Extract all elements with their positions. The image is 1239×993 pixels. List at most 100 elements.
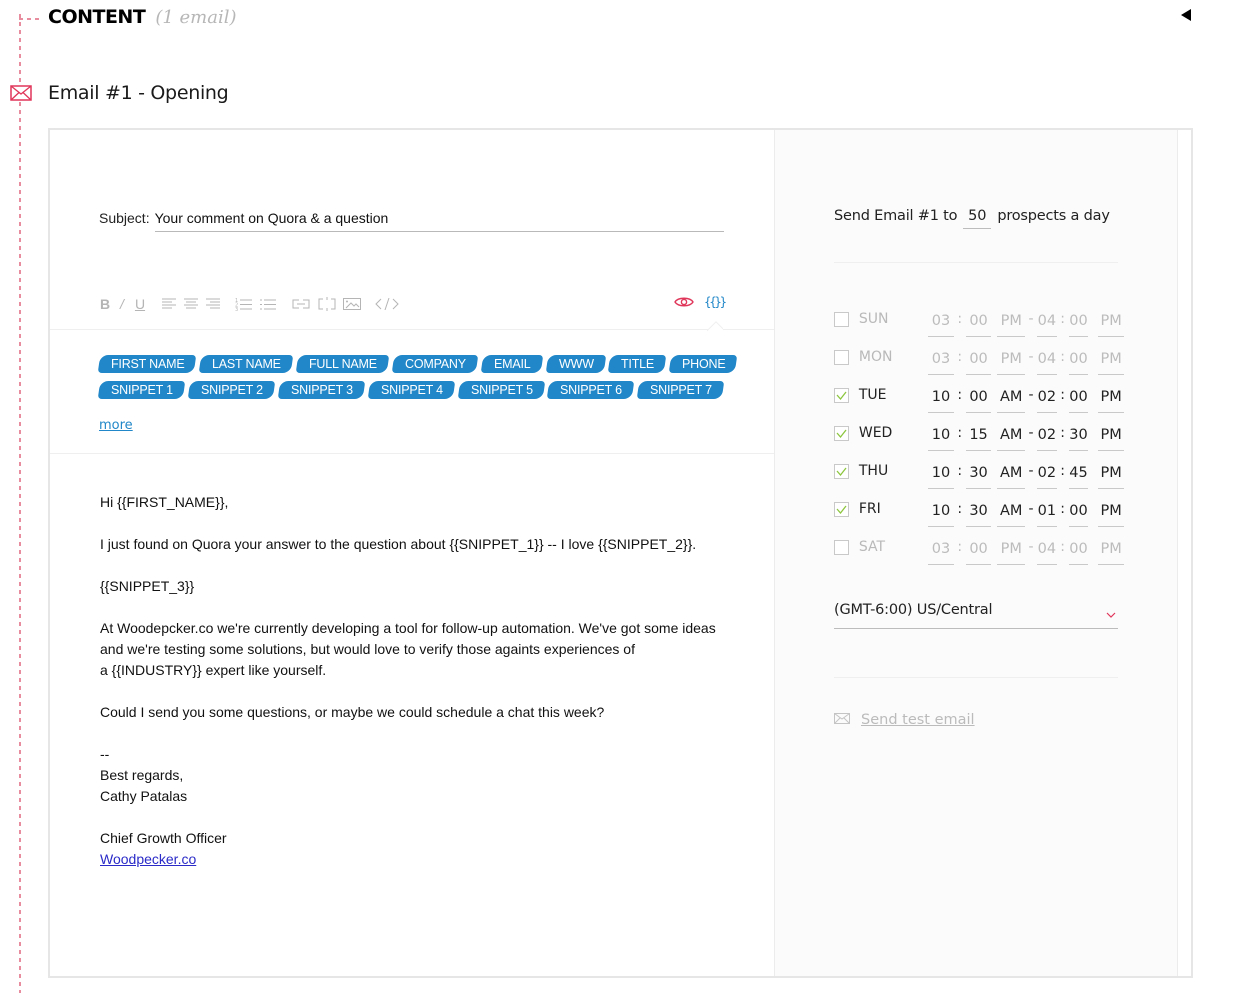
- subject-input[interactable]: [154, 208, 724, 232]
- code-icon[interactable]: [375, 294, 399, 314]
- snippet-tag[interactable]: SNIPPET 3: [277, 381, 365, 399]
- day-label: THU: [858, 463, 889, 479]
- end-minute[interactable]: 30: [1068, 425, 1089, 451]
- end-ampm[interactable]: PM: [1098, 387, 1124, 413]
- start-minute[interactable]: 15: [965, 425, 992, 451]
- start-ampm[interactable]: AM: [997, 425, 1026, 451]
- unlink-icon[interactable]: [317, 294, 337, 314]
- merge-tag[interactable]: COMPANY: [391, 355, 479, 373]
- end-hour[interactable]: 04: [1036, 311, 1057, 337]
- time-colon: :: [1060, 387, 1066, 403]
- merge-tag[interactable]: TITLE: [608, 355, 667, 373]
- snippet-tag[interactable]: SNIPPET 7: [637, 381, 725, 399]
- align-left-icon[interactable]: [161, 294, 177, 314]
- end-hour[interactable]: 04: [1036, 349, 1057, 375]
- day-checkbox[interactable]: [834, 539, 849, 555]
- time-colon: :: [957, 501, 963, 517]
- schedule: SUN 03:00 PM -04:00 PM MON 03:00 PM -04:00 PM TUE 1…: [834, 300, 1124, 566]
- bold-button[interactable]: B: [99, 294, 111, 314]
- merge-tag[interactable]: FULL NAME: [296, 355, 390, 373]
- end-ampm[interactable]: PM: [1098, 463, 1124, 489]
- start-ampm[interactable]: AM: [997, 463, 1026, 489]
- start-hour[interactable]: 03: [928, 539, 954, 565]
- quota-input[interactable]: [963, 208, 992, 229]
- start-ampm[interactable]: AM: [997, 501, 1026, 527]
- snippet-tag[interactable]: SNIPPET 5: [457, 381, 545, 399]
- email-title: Email #1 - Opening: [48, 82, 229, 104]
- merge-tag[interactable]: PHONE: [669, 355, 739, 373]
- time-dash: -: [1028, 311, 1034, 327]
- end-ampm[interactable]: PM: [1098, 349, 1124, 375]
- snippet-tag[interactable]: SNIPPET 6: [547, 381, 635, 399]
- template-braces-icon[interactable]: {{}}: [704, 292, 727, 312]
- divider: [834, 262, 1118, 263]
- merge-tag[interactable]: WWW: [545, 355, 606, 373]
- end-hour[interactable]: 04: [1036, 539, 1057, 565]
- end-ampm[interactable]: PM: [1098, 501, 1124, 527]
- merge-tag[interactable]: LAST NAME: [199, 355, 294, 373]
- email-body-editor[interactable]: Hi {{FIRST_NAME}}, I just found on Quora…: [100, 492, 730, 870]
- italic-button[interactable]: /: [115, 294, 129, 314]
- image-icon[interactable]: [343, 294, 361, 314]
- end-ampm[interactable]: PM: [1098, 311, 1124, 337]
- send-test-email-button[interactable]: Send test email: [834, 712, 975, 728]
- start-hour[interactable]: 03: [928, 349, 954, 375]
- end-hour[interactable]: 02: [1036, 463, 1057, 489]
- align-center-icon[interactable]: [183, 294, 199, 314]
- body-line: Chief Growth Officer: [100, 830, 227, 846]
- end-hour[interactable]: 02: [1036, 425, 1057, 451]
- start-minute[interactable]: 00: [965, 539, 992, 565]
- time-dash: -: [1028, 349, 1034, 365]
- timezone-select[interactable]: (GMT-6:00) US/Central: [834, 602, 1118, 629]
- start-minute[interactable]: 00: [965, 349, 992, 375]
- start-hour[interactable]: 10: [928, 501, 954, 527]
- day-checkbox[interactable]: [834, 387, 849, 403]
- start-minute[interactable]: 00: [965, 311, 992, 337]
- merge-tag[interactable]: EMAIL: [480, 355, 543, 373]
- end-hour[interactable]: 01: [1036, 501, 1057, 527]
- end-ampm[interactable]: PM: [1098, 539, 1124, 565]
- time-colon: :: [957, 539, 963, 555]
- start-minute[interactable]: 30: [965, 463, 992, 489]
- preview-eye-icon[interactable]: [674, 292, 694, 312]
- day-label: SUN: [858, 311, 889, 327]
- snippet-tag[interactable]: SNIPPET 2: [187, 381, 276, 399]
- triangle-left-icon[interactable]: [1181, 9, 1191, 21]
- signature-link[interactable]: Woodpecker.co: [100, 851, 196, 867]
- end-minute[interactable]: 00: [1068, 501, 1089, 527]
- start-minute[interactable]: 00: [965, 387, 992, 413]
- end-minute[interactable]: 45: [1068, 463, 1089, 489]
- day-checkbox[interactable]: [834, 463, 849, 479]
- snippet-tag[interactable]: SNIPPET 4: [367, 381, 455, 399]
- ordered-list-icon[interactable]: 123: [235, 294, 253, 314]
- start-ampm[interactable]: PM: [997, 349, 1026, 375]
- start-ampm[interactable]: PM: [997, 311, 1026, 337]
- end-minute[interactable]: 00: [1068, 387, 1089, 413]
- start-hour[interactable]: 10: [928, 463, 954, 489]
- time-colon: :: [957, 349, 963, 365]
- end-minute[interactable]: 00: [1068, 311, 1089, 337]
- more-tags-link[interactable]: more: [99, 418, 133, 433]
- merge-tag[interactable]: FIRST NAME: [97, 355, 197, 373]
- day-checkbox[interactable]: [834, 311, 849, 327]
- start-hour[interactable]: 10: [928, 387, 954, 413]
- snippet-tag[interactable]: SNIPPET 1: [97, 381, 186, 399]
- end-minute[interactable]: 00: [1068, 349, 1089, 375]
- align-right-icon[interactable]: [205, 294, 221, 314]
- day-checkbox[interactable]: [834, 501, 849, 517]
- underline-button[interactable]: U: [133, 294, 147, 314]
- start-minute[interactable]: 30: [965, 501, 992, 527]
- day-checkbox[interactable]: [834, 349, 849, 365]
- start-ampm[interactable]: AM: [997, 387, 1026, 413]
- start-hour[interactable]: 10: [928, 425, 954, 451]
- day-checkbox[interactable]: [834, 425, 849, 441]
- end-ampm[interactable]: PM: [1098, 425, 1124, 451]
- end-minute[interactable]: 00: [1068, 539, 1089, 565]
- link-icon[interactable]: [291, 294, 311, 314]
- start-hour[interactable]: 03: [928, 311, 954, 337]
- end-hour[interactable]: 02: [1036, 387, 1057, 413]
- start-ampm[interactable]: PM: [997, 539, 1026, 565]
- timeline-line: [19, 14, 21, 993]
- time-dash: -: [1028, 539, 1034, 555]
- unordered-list-icon[interactable]: [259, 294, 277, 314]
